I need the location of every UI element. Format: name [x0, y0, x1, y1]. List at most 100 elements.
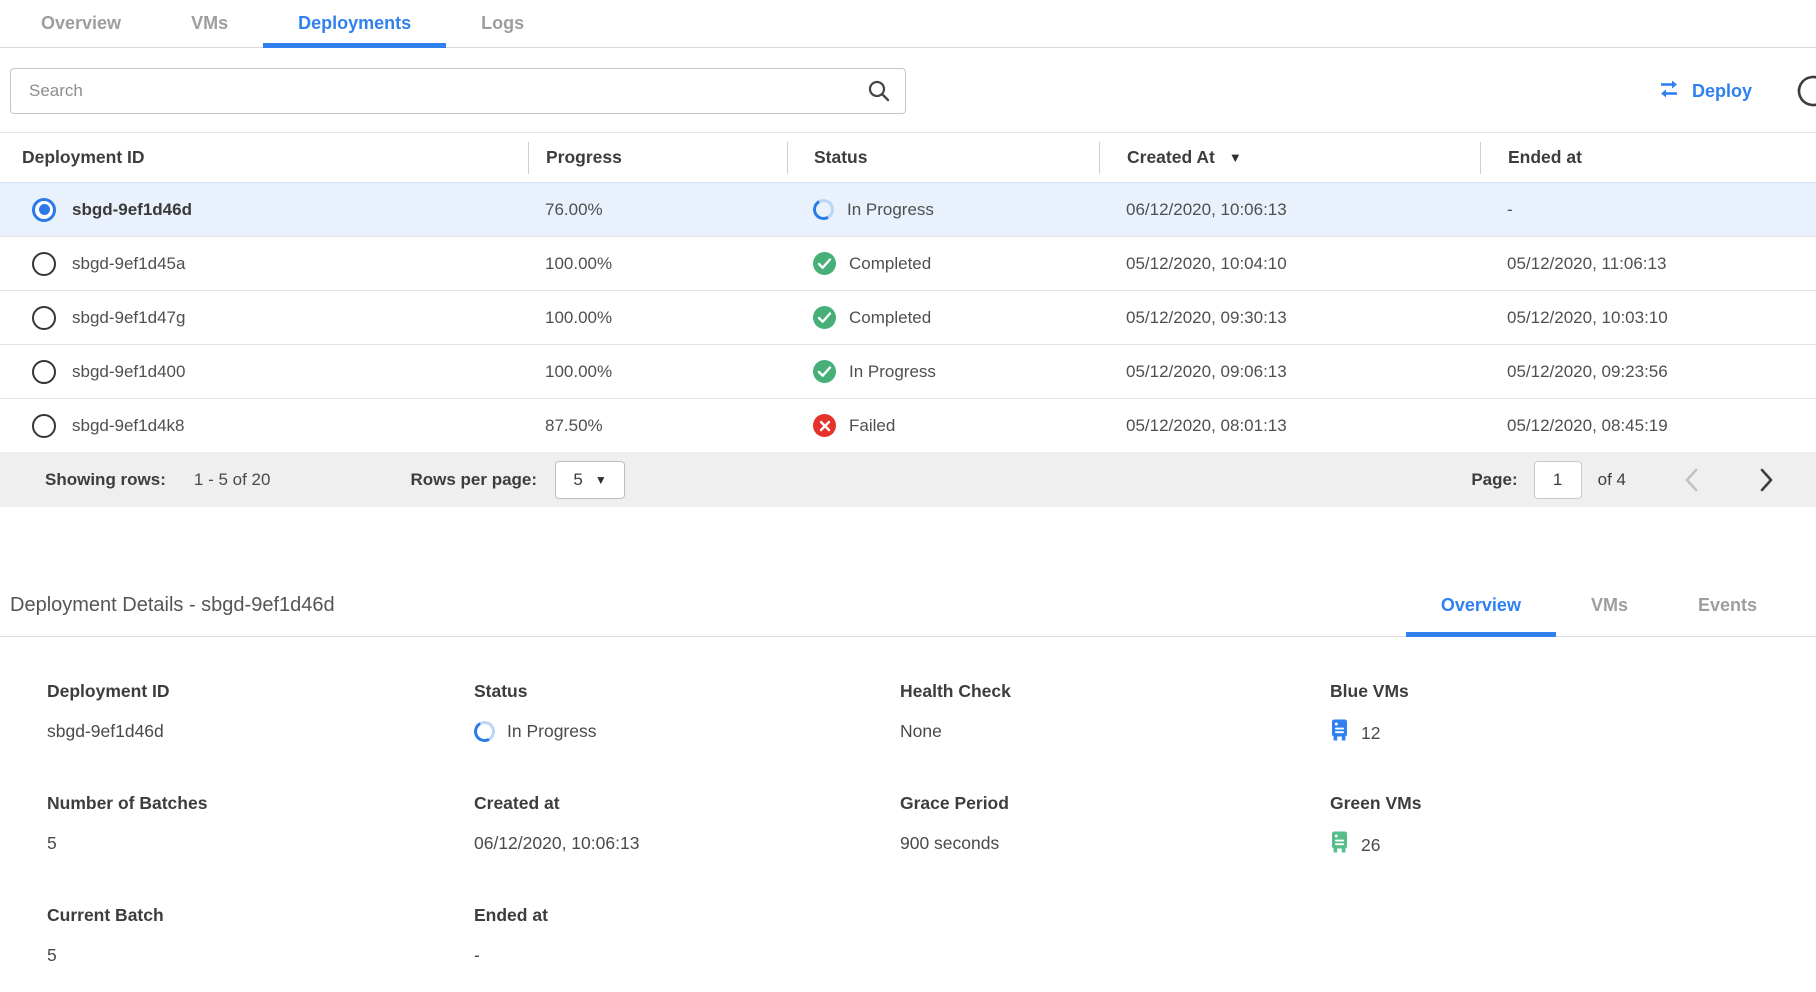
table-row[interactable]: sbgd-9ef1d47g 100.00% Completed 05/12/20…	[0, 290, 1816, 344]
rows-per-page-value: 5	[573, 470, 582, 490]
rows-per-page-label: Rows per page:	[410, 470, 537, 490]
status-label: Completed	[849, 308, 931, 328]
page-number-input[interactable]	[1534, 461, 1582, 499]
ended-at-cell: -	[1480, 200, 1816, 220]
created-at-cell: 05/12/2020, 09:30:13	[1099, 308, 1480, 328]
main-tab-bar: Overview VMs Deployments Logs	[0, 0, 1816, 48]
deploy-button[interactable]: Deploy	[1656, 78, 1752, 105]
check-circle-icon	[813, 252, 836, 275]
column-header-status[interactable]: Status	[787, 142, 1099, 174]
field-blue-vms: Blue VMs 12	[1330, 681, 1816, 747]
sort-desc-icon[interactable]: ▼	[1229, 150, 1242, 165]
status-label: In Progress	[847, 200, 934, 220]
next-page-button[interactable]	[1759, 467, 1774, 493]
tab-logs[interactable]: Logs	[446, 0, 559, 47]
row-radio[interactable]	[32, 306, 56, 330]
table-row[interactable]: sbgd-9ef1d45a 100.00% Completed 05/12/20…	[0, 236, 1816, 290]
tab-deployments[interactable]: Deployments	[263, 0, 446, 47]
column-header-created-at[interactable]: Created At ▼	[1099, 142, 1480, 174]
blue-vms-count: 12	[1361, 723, 1380, 744]
deploy-button-label: Deploy	[1692, 81, 1752, 102]
ended-at-cell: 05/12/2020, 09:23:56	[1480, 362, 1816, 382]
showing-rows-label: Showing rows:	[45, 470, 166, 490]
deployment-details-header: Deployment Details - sbgd-9ef1d46d Overv…	[0, 575, 1816, 637]
row-radio[interactable]	[32, 360, 56, 384]
x-circle-icon	[813, 414, 836, 437]
spinner-icon	[811, 197, 837, 223]
field-ended-at: Ended at -	[474, 905, 900, 967]
page-total: of 4	[1598, 470, 1626, 490]
status-cell: Failed	[787, 414, 1099, 437]
showing-rows-value: 1 - 5 of 20	[194, 470, 271, 490]
ended-at-cell: 05/12/2020, 10:03:10	[1480, 308, 1816, 328]
toolbar: Deploy	[0, 48, 1816, 132]
swap-arrows-icon	[1656, 78, 1682, 105]
details-tab-overview[interactable]: Overview	[1406, 575, 1556, 636]
created-at-cell: 05/12/2020, 09:06:13	[1099, 362, 1480, 382]
tab-overview[interactable]: Overview	[6, 0, 156, 47]
status-cell: In Progress	[787, 360, 1099, 383]
dropdown-arrow-icon: ▼	[595, 473, 607, 487]
created-at-cell: 05/12/2020, 10:04:10	[1099, 254, 1480, 274]
table-footer: Showing rows: 1 - 5 of 20 Rows per page:…	[0, 452, 1816, 507]
spinner-icon	[472, 718, 498, 744]
check-circle-icon	[813, 306, 836, 329]
field-current-batch: Current Batch 5	[47, 905, 474, 967]
status-value: In Progress	[507, 721, 596, 742]
details-tab-events[interactable]: Events	[1663, 575, 1792, 636]
progress-cell: 76.00%	[528, 200, 787, 220]
row-radio[interactable]	[32, 414, 56, 438]
search-icon	[866, 78, 892, 109]
previous-page-button[interactable]	[1684, 467, 1699, 493]
rows-per-page-select[interactable]: 5 ▼	[555, 461, 625, 499]
deployment-id-cell: sbgd-9ef1d47g	[72, 308, 185, 328]
status-cell: Completed	[787, 252, 1099, 275]
field-grace-period: Grace Period 900 seconds	[900, 793, 1330, 859]
deployment-id-cell: sbgd-9ef1d400	[72, 362, 185, 382]
search-input[interactable]	[10, 68, 906, 114]
progress-cell: 100.00%	[528, 362, 787, 382]
field-green-vms: Green VMs 26	[1330, 793, 1816, 859]
status-label: Completed	[849, 254, 931, 274]
search-box	[10, 68, 906, 114]
details-tab-bar: Overview VMs Events	[1406, 575, 1792, 636]
refresh-icon[interactable]	[1796, 74, 1816, 108]
check-circle-icon	[813, 360, 836, 383]
green-vms-count: 26	[1361, 835, 1380, 856]
progress-cell: 100.00%	[528, 308, 787, 328]
deployment-id-cell: sbgd-9ef1d46d	[72, 200, 192, 220]
deployment-id-cell: sbgd-9ef1d4k8	[72, 416, 184, 436]
table-header-row: Deployment ID Progress Status Created At…	[0, 132, 1816, 182]
progress-cell: 100.00%	[528, 254, 787, 274]
row-radio[interactable]	[32, 252, 56, 276]
deployment-details-title: Deployment Details - sbgd-9ef1d46d	[0, 575, 335, 636]
field-number-of-batches: Number of Batches 5	[47, 793, 474, 859]
status-label: Failed	[849, 416, 895, 436]
created-at-cell: 05/12/2020, 08:01:13	[1099, 416, 1480, 436]
column-header-ended-at[interactable]: Ended at	[1480, 142, 1816, 174]
tab-vms[interactable]: VMs	[156, 0, 263, 47]
status-cell: In Progress	[787, 199, 1099, 220]
created-at-cell: 06/12/2020, 10:06:13	[1099, 200, 1480, 220]
ended-at-cell: 05/12/2020, 11:06:13	[1480, 254, 1816, 274]
vm-icon-blue	[1330, 719, 1349, 747]
status-cell: Completed	[787, 306, 1099, 329]
column-header-progress[interactable]: Progress	[528, 142, 787, 174]
table-row[interactable]: sbgd-9ef1d4k8 87.50% Failed 05/12/2020, …	[0, 398, 1816, 452]
deployment-details-grid: Deployment ID sbgd-9ef1d46d Status In Pr…	[0, 637, 1816, 967]
details-tab-vms[interactable]: VMs	[1556, 575, 1663, 636]
page-label: Page:	[1471, 470, 1517, 490]
ended-at-cell: 05/12/2020, 08:45:19	[1480, 416, 1816, 436]
deployment-id-cell: sbgd-9ef1d45a	[72, 254, 185, 274]
column-header-deployment-id[interactable]: Deployment ID	[0, 142, 528, 174]
field-created-at: Created at 06/12/2020, 10:06:13	[474, 793, 900, 859]
deployments-table: Deployment ID Progress Status Created At…	[0, 132, 1816, 507]
table-row[interactable]: sbgd-9ef1d400 100.00% In Progress 05/12/…	[0, 344, 1816, 398]
status-label: In Progress	[849, 362, 936, 382]
field-deployment-id: Deployment ID sbgd-9ef1d46d	[47, 681, 474, 747]
table-row[interactable]: sbgd-9ef1d46d 76.00% In Progress 06/12/2…	[0, 182, 1816, 236]
vm-icon-green	[1330, 831, 1349, 859]
row-radio-selected[interactable]	[32, 198, 56, 222]
field-status: Status In Progress	[474, 681, 900, 747]
progress-cell: 87.50%	[528, 416, 787, 436]
